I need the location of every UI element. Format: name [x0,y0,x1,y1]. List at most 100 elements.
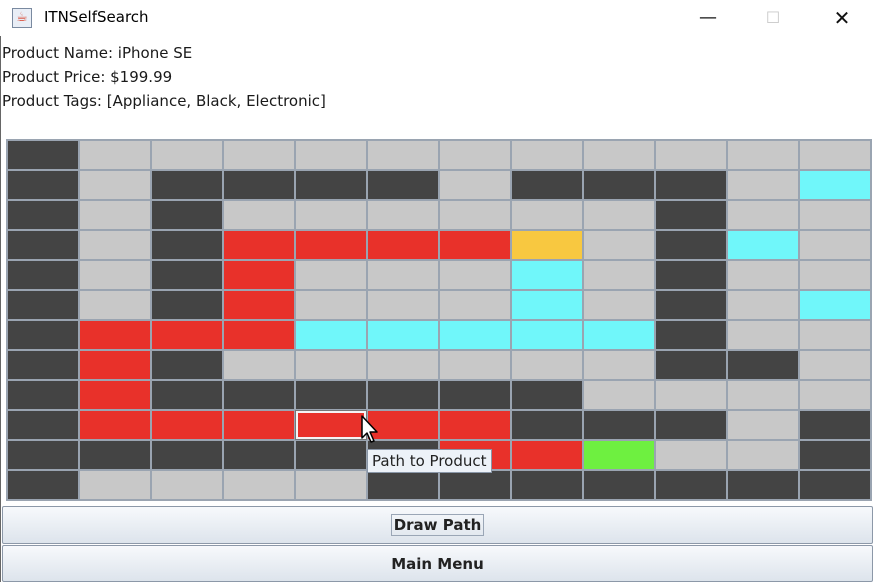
grid-cell[interactable] [296,171,366,199]
grid-cell[interactable] [224,381,294,409]
grid-cell[interactable] [152,471,222,499]
grid-cell[interactable] [8,321,78,349]
grid-cell[interactable] [656,381,726,409]
grid-cell[interactable] [8,231,78,259]
grid-cell[interactable] [656,441,726,469]
grid-cell[interactable] [80,231,150,259]
grid-cell[interactable] [512,441,582,469]
grid-cell[interactable] [8,441,78,469]
grid-cell[interactable] [584,141,654,169]
grid-cell[interactable] [512,471,582,499]
grid-cell[interactable] [296,141,366,169]
grid-cell[interactable] [224,231,294,259]
grid-cell[interactable] [584,351,654,379]
grid-cell[interactable] [296,261,366,289]
grid-cell[interactable] [728,201,798,229]
grid-cell[interactable] [512,141,582,169]
grid-cell[interactable] [80,171,150,199]
grid-cell[interactable] [224,201,294,229]
grid-cell[interactable] [224,441,294,469]
grid-cell[interactable] [152,321,222,349]
grid-cell[interactable] [224,261,294,289]
grid-cell[interactable] [8,141,78,169]
grid-cell[interactable] [368,171,438,199]
grid-cell[interactable] [296,471,366,499]
grid-cell[interactable] [296,291,366,319]
grid-cell[interactable] [368,291,438,319]
grid-cell[interactable] [728,291,798,319]
grid-cell[interactable] [152,231,222,259]
grid-cell[interactable] [728,411,798,439]
grid-cell[interactable] [224,351,294,379]
grid-cell[interactable] [800,381,870,409]
grid-cell[interactable] [152,411,222,439]
grid-cell[interactable] [800,201,870,229]
grid-cell[interactable] [152,141,222,169]
grid-cell[interactable] [296,321,366,349]
grid-cell[interactable] [152,171,222,199]
grid-cell[interactable] [8,261,78,289]
grid-cell[interactable] [800,231,870,259]
grid-cell[interactable] [800,141,870,169]
grid-cell[interactable] [584,471,654,499]
grid-cell[interactable] [800,291,870,319]
grid-cell[interactable] [152,441,222,469]
grid-cell[interactable] [8,471,78,499]
grid-cell[interactable] [728,261,798,289]
grid-cell[interactable] [80,441,150,469]
grid-cell[interactable] [440,141,510,169]
grid-cell[interactable] [80,471,150,499]
maximize-button[interactable]: ☐ [750,0,796,36]
grid-cell[interactable] [656,261,726,289]
grid-cell[interactable] [800,351,870,379]
grid-cell[interactable] [656,411,726,439]
grid-cell[interactable] [440,171,510,199]
grid-cell[interactable] [728,351,798,379]
grid-cell[interactable] [512,291,582,319]
grid-cell[interactable] [512,201,582,229]
grid-cell[interactable] [584,291,654,319]
grid-cell[interactable] [440,291,510,319]
grid-cell[interactable] [80,321,150,349]
grid-cell[interactable] [8,411,78,439]
main-menu-button[interactable]: Main Menu [2,545,873,582]
grid-cell[interactable] [440,411,510,439]
grid-cell[interactable] [152,261,222,289]
grid-cell[interactable] [512,351,582,379]
grid-cell[interactable] [800,411,870,439]
grid-cell[interactable] [368,231,438,259]
grid-cell[interactable] [656,141,726,169]
grid-cell[interactable] [80,381,150,409]
draw-path-button[interactable]: Draw Path [2,506,873,544]
grid-cell[interactable] [368,141,438,169]
grid-cell[interactable] [656,291,726,319]
grid-cell[interactable] [800,261,870,289]
grid-cell[interactable] [224,471,294,499]
grid-cell[interactable] [80,201,150,229]
grid-cell[interactable] [656,201,726,229]
grid-cell[interactable] [8,171,78,199]
grid-cell[interactable] [512,231,582,259]
grid-cell[interactable] [584,441,654,469]
grid-cell[interactable] [656,231,726,259]
grid-cell[interactable] [512,171,582,199]
grid-cell[interactable] [512,321,582,349]
grid-cell[interactable] [440,471,510,499]
grid-cell-selected[interactable] [295,410,367,440]
grid-cell[interactable] [8,201,78,229]
grid-cell[interactable] [728,171,798,199]
grid-cell[interactable] [656,321,726,349]
grid-cell[interactable] [152,201,222,229]
grid-cell[interactable] [224,291,294,319]
grid-cell[interactable] [728,471,798,499]
grid-cell[interactable] [80,291,150,319]
grid-cell[interactable] [512,261,582,289]
grid-cell[interactable] [224,411,294,439]
grid-cell[interactable] [152,381,222,409]
grid-cell[interactable] [296,381,366,409]
grid-cell[interactable] [728,441,798,469]
grid-cell[interactable] [512,381,582,409]
grid-cell[interactable] [152,351,222,379]
grid-cell[interactable] [728,381,798,409]
grid-cell[interactable] [440,351,510,379]
